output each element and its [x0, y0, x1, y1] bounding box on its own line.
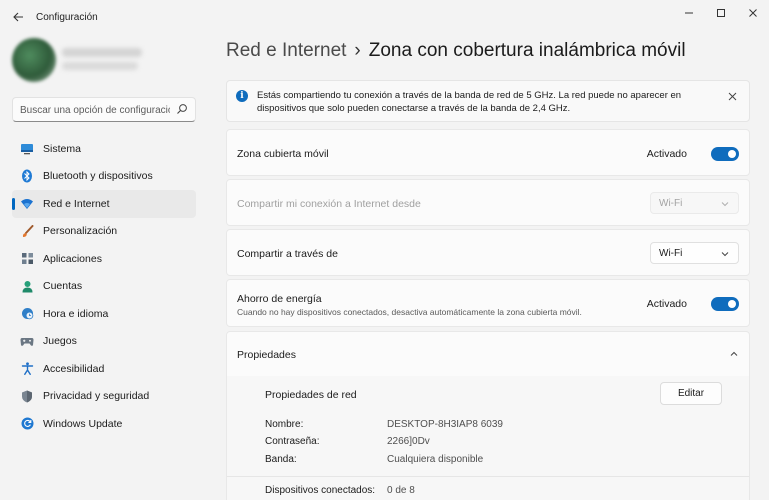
maximize-icon: [717, 9, 725, 17]
power-saving-card: Ahorro de energía Cuando no hay disposit…: [226, 279, 750, 327]
power-saving-state: Activado: [646, 298, 687, 310]
sidebar-item-label: Hora e idioma: [43, 307, 109, 320]
sidebar-item-windows-update[interactable]: Windows Update: [12, 410, 196, 438]
search-box[interactable]: [12, 97, 196, 122]
share-over-card: Compartir a través de Wi-Fi: [226, 229, 750, 276]
breadcrumb: Red e Internet › Zona con cobertura inalám…: [226, 40, 686, 62]
properties-body: Propiedades de red Editar Nombre: DESKTO…: [226, 376, 750, 500]
hotspot-card: Zona cubierta móvil Activado: [226, 129, 750, 176]
sidebar-item-bluetooth[interactable]: Bluetooth y dispositivos: [12, 163, 196, 191]
band-label: Banda:: [265, 454, 297, 465]
apps-icon: [20, 252, 34, 266]
update-icon: [20, 417, 34, 431]
share-over-label: Compartir a través de: [237, 248, 338, 260]
page-title: Zona con cobertura inalámbrica móvil: [368, 40, 686, 61]
hotspot-state: Activado: [646, 148, 687, 160]
sidebar-item-juegos[interactable]: Juegos: [12, 328, 196, 356]
chevron-up-icon[interactable]: [729, 349, 739, 359]
sidebar-item-label: Privacidad y seguridad: [43, 390, 150, 403]
name-value: DESKTOP-8H3IAP8 6039: [387, 419, 503, 430]
minimize-icon: [685, 12, 693, 14]
gamepad-icon: [20, 334, 34, 348]
hotspot-label: Zona cubierta móvil: [237, 148, 329, 160]
sidebar-item-label: Personalización: [43, 225, 118, 238]
person-icon: [20, 279, 34, 293]
power-saving-description: Cuando no hay dispositivos conectados, d…: [237, 307, 582, 317]
avatar[interactable]: [12, 38, 56, 82]
connected-devices-value: 0 de 8: [387, 485, 415, 496]
brush-icon: [20, 224, 34, 238]
info-close-button[interactable]: [725, 89, 739, 103]
network-properties-title: Propiedades de red: [265, 389, 357, 401]
info-icon: i: [236, 90, 248, 102]
breadcrumb-separator: ›: [354, 40, 361, 61]
hotspot-toggle[interactable]: [711, 147, 739, 161]
close-window-button[interactable]: [738, 4, 768, 22]
connected-devices-label: Dispositivos conectados:: [265, 485, 376, 496]
sidebar-item-label: Windows Update: [43, 417, 123, 430]
password-value: 2266]0Dv: [387, 436, 430, 447]
sidebar-item-red-e-internet[interactable]: Red e Internet: [12, 190, 196, 218]
account-email-blurred: [62, 62, 138, 70]
close-icon: [749, 9, 757, 17]
divider: [227, 476, 749, 477]
wifi-icon: [20, 197, 34, 211]
share-over-value: Wi-Fi: [659, 248, 683, 259]
power-saving-toggle[interactable]: [711, 297, 739, 311]
properties-header[interactable]: Propiedades: [226, 331, 750, 377]
monitor-icon: [20, 142, 34, 156]
account-name-blurred: [62, 48, 142, 57]
sidebar-item-personalizacion[interactable]: Personalización: [12, 218, 196, 246]
info-message: Estás compartiendo tu conexión a través …: [257, 90, 682, 114]
sidebar-item-label: Cuentas: [43, 280, 83, 293]
name-label: Nombre:: [265, 419, 304, 430]
info-bar: i Estás compartiendo tu conexión a travé…: [226, 80, 750, 122]
close-icon: [728, 92, 736, 100]
search-icon[interactable]: [176, 103, 188, 115]
sidebar-nav: Sistema Bluetooth y dispositivos Red e I…: [12, 135, 196, 438]
share-from-select: Wi-Fi: [650, 192, 739, 214]
share-from-card: Compartir mi conexión a Internet desde W…: [226, 179, 750, 226]
sidebar-item-label: Red e Internet: [43, 197, 110, 210]
breadcrumb-parent-link[interactable]: Red e Internet: [226, 40, 346, 61]
sidebar-item-privacidad[interactable]: Privacidad y seguridad: [12, 383, 196, 411]
sidebar-item-aplicaciones[interactable]: Aplicaciones: [12, 245, 196, 273]
chevron-down-icon: [721, 202, 729, 207]
edit-button[interactable]: Editar: [660, 382, 722, 405]
sidebar-item-label: Bluetooth y dispositivos: [43, 170, 153, 183]
properties-title: Propiedades: [237, 349, 296, 361]
share-over-select[interactable]: Wi-Fi: [650, 242, 739, 264]
title-bar: Configuración: [0, 0, 769, 34]
bluetooth-icon: [20, 169, 34, 183]
minimize-button[interactable]: [674, 4, 704, 22]
sidebar-item-sistema[interactable]: Sistema: [12, 135, 196, 163]
accessibility-icon: [20, 362, 34, 376]
sidebar-item-label: Aplicaciones: [43, 252, 102, 265]
search-input[interactable]: [20, 102, 170, 118]
power-saving-label: Ahorro de energía: [237, 293, 322, 305]
shield-icon: [20, 389, 34, 403]
sidebar-item-label: Accesibilidad: [43, 362, 105, 375]
sidebar-item-label: Sistema: [43, 142, 81, 155]
app-title: Configuración: [36, 12, 98, 23]
band-value: Cualquiera disponible: [387, 454, 484, 465]
globe-clock-icon: [20, 307, 34, 321]
back-button[interactable]: [8, 8, 28, 26]
chevron-down-icon: [721, 252, 729, 257]
sidebar-item-label: Juegos: [43, 335, 77, 348]
sidebar-item-hora-e-idioma[interactable]: Hora e idioma: [12, 300, 196, 328]
share-from-label: Compartir mi conexión a Internet desde: [237, 198, 421, 210]
sidebar-item-cuentas[interactable]: Cuentas: [12, 273, 196, 301]
share-from-value: Wi-Fi: [659, 198, 683, 209]
sidebar-item-accesibilidad[interactable]: Accesibilidad: [12, 355, 196, 383]
maximize-button[interactable]: [706, 4, 736, 22]
back-arrow-icon: [12, 12, 23, 22]
password-label: Contraseña:: [265, 436, 320, 447]
